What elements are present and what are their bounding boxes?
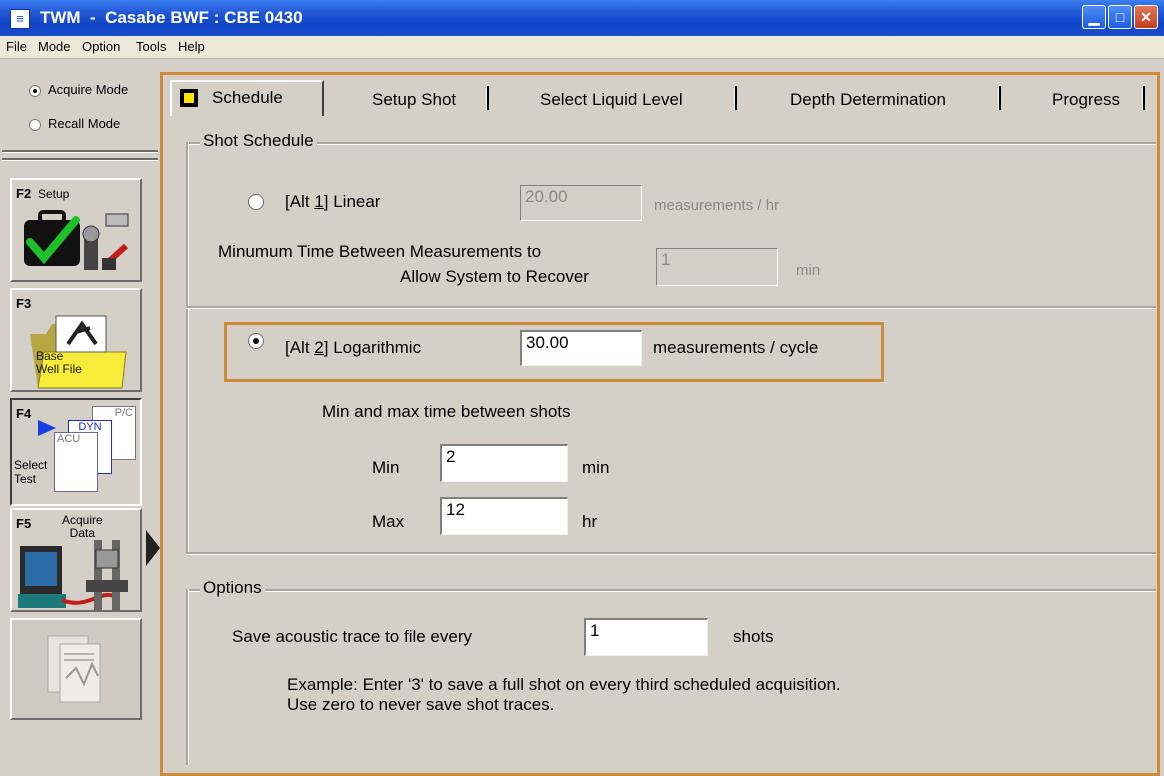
f5-acquire-data-button[interactable]: F5 Acquire Data	[10, 508, 142, 612]
minimize-button[interactable]: ▁	[1082, 5, 1106, 29]
acu-doc: ACU	[54, 432, 98, 492]
f2-setup-label: Setup	[38, 187, 70, 201]
alt1-linear-label[interactable]: [Alt 1] Linear	[285, 192, 380, 212]
tab-select-liquid-level[interactable]: Select Liquid Level	[540, 90, 683, 120]
f3-base-well-file-button[interactable]: F3 Base Well File	[10, 288, 142, 392]
linear-rate-unit: measurements / hr	[654, 197, 780, 214]
min-recover-time-input[interactable]: 1	[656, 248, 778, 286]
f4-select-test-label: Select Test	[14, 458, 48, 486]
selection-pointer-icon	[146, 530, 160, 566]
tab-divider	[734, 86, 737, 110]
acquire-mode-label[interactable]: Acquire Mode	[48, 82, 128, 97]
shot-schedule-group-top	[186, 142, 1156, 145]
options-title: Options	[200, 578, 265, 598]
tab-divider	[1142, 86, 1145, 110]
f4-select-test-button[interactable]: F4 P/C DYN ACU Select Test	[10, 398, 142, 506]
left-separator	[2, 158, 158, 161]
menu-file[interactable]: File	[6, 39, 27, 54]
tab-schedule-label: Schedule	[212, 88, 283, 107]
left-separator	[2, 150, 158, 153]
f5-key-label: F5	[16, 516, 32, 531]
shot-schedule-title: Shot Schedule	[200, 131, 317, 151]
logarithmic-rate-input[interactable]: 30.00	[520, 330, 642, 366]
linear-rate-input[interactable]: 20.00	[520, 185, 642, 221]
f4-key-label: F4	[16, 406, 32, 421]
menu-tools[interactable]: Tools	[136, 39, 166, 54]
close-button[interactable]: ✕	[1134, 5, 1158, 29]
min-time-label-line2: Allow System to Recover	[400, 267, 589, 286]
tab-divider	[486, 86, 489, 110]
f3-base-well-file-label: Base Well File	[36, 349, 82, 376]
menu-mode[interactable]: Mode	[38, 39, 71, 54]
min-time-label-line1: Minumum Time Between Measurements to	[218, 242, 542, 261]
f2-key-label: F2	[16, 186, 32, 201]
min-time-input[interactable]: 2	[440, 444, 568, 482]
alt1-linear-radio[interactable]	[248, 194, 264, 210]
min-time-unit: min	[582, 458, 610, 477]
twm-app-icon[interactable]: ≡	[10, 9, 30, 29]
toolbox-checkmark-icon	[24, 210, 129, 270]
f5-acquire-data-label: Acquire Data	[62, 513, 103, 540]
shot-schedule-group-bottom	[186, 552, 1156, 555]
report-chart-icon	[47, 635, 101, 703]
arrow-right-icon	[38, 420, 56, 436]
acquisition-equipment-icon	[18, 540, 128, 610]
alt2-logarithmic-radio[interactable]	[248, 333, 264, 349]
tab-schedule[interactable]: Schedule	[170, 80, 324, 116]
acquire-mode-radio[interactable]	[29, 85, 41, 97]
options-group-left	[186, 589, 189, 765]
logarithmic-rate-unit: measurements / cycle	[653, 338, 819, 357]
maximize-button[interactable]: □	[1108, 5, 1132, 29]
recall-mode-radio[interactable]	[29, 119, 41, 131]
minimize-icon: ▁	[1088, 9, 1100, 25]
min-recover-time-unit: min	[796, 262, 821, 279]
alt2-logarithmic-label[interactable]: [Alt 2] Logarithmic	[285, 338, 421, 358]
title-bar[interactable]: ≡ TWM - Casabe BWF : CBE 0430 ▁ □ ✕	[0, 0, 1164, 37]
max-time-unit: hr	[582, 512, 598, 531]
menu-help[interactable]: Help	[178, 39, 205, 54]
schedule-tab-icon	[180, 89, 198, 107]
max-time-input[interactable]: 12	[440, 497, 568, 535]
tab-panel	[160, 72, 1160, 776]
well-folder-icon	[30, 315, 127, 389]
tab-divider	[998, 86, 1001, 110]
tab-depth-determination[interactable]: Depth Determination	[790, 90, 946, 120]
save-trace-interval-input[interactable]: 1	[584, 618, 708, 656]
tab-progress[interactable]: Progress	[1052, 90, 1121, 120]
recall-mode-label[interactable]: Recall Mode	[48, 116, 120, 131]
min-label: Min	[372, 458, 400, 477]
f2-setup-button[interactable]: F2 Setup	[10, 178, 142, 282]
menu-option[interactable]: Option	[82, 39, 120, 54]
example-text-line2: Use zero to never save shot traces.	[287, 695, 555, 714]
menu-bar: File Mode Option Tools Help	[0, 36, 1164, 59]
options-group-top	[186, 589, 1156, 592]
maximize-icon: □	[1115, 9, 1125, 25]
schedule-divider	[186, 306, 1156, 309]
example-text-line1: Example: Enter '3' to save a full shot o…	[287, 675, 841, 694]
window-title: TWM - Casabe BWF : CBE 0430	[40, 8, 303, 27]
save-trace-label: Save acoustic trace to file every	[232, 627, 473, 646]
save-trace-unit: shots	[733, 627, 774, 646]
max-label: Max	[372, 512, 405, 531]
shot-schedule-group-left	[186, 142, 189, 554]
minmax-title: Min and max time between shots	[322, 402, 571, 421]
tab-setup-shot[interactable]: Setup Shot	[372, 90, 457, 120]
close-icon: ✕	[1140, 9, 1152, 25]
report-button[interactable]	[10, 618, 142, 720]
